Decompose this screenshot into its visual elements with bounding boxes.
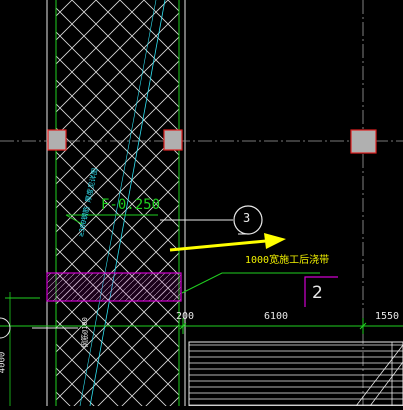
elevation-tag: F-0.250 (101, 197, 161, 213)
yellow-arrow-shaft (169, 239, 267, 252)
cad-drawing (0, 0, 403, 407)
pour-strip-leader (181, 272, 320, 294)
column-left (47, 129, 67, 151)
callout-number: 3 (243, 211, 251, 225)
rotated-left-note: 钢筋@100 (81, 317, 89, 348)
section-mark-number: 2 (312, 283, 323, 303)
stair-block (188, 341, 403, 407)
left-dimension-text: 4000 (0, 351, 8, 374)
column-center (163, 129, 183, 151)
column-right (350, 129, 377, 154)
dimension-200: 200 (176, 311, 195, 322)
dimension-6100: 6100 (264, 311, 289, 322)
cad-canvas[interactable]: F-0.250 3 1000宽施工后浇带 2 200 6100 1550 400… (0, 0, 403, 407)
dimension-1550: 1550 (375, 311, 400, 322)
pour-strip-note: 1000宽施工后浇带 (245, 255, 330, 266)
yellow-arrow-head (264, 233, 286, 249)
